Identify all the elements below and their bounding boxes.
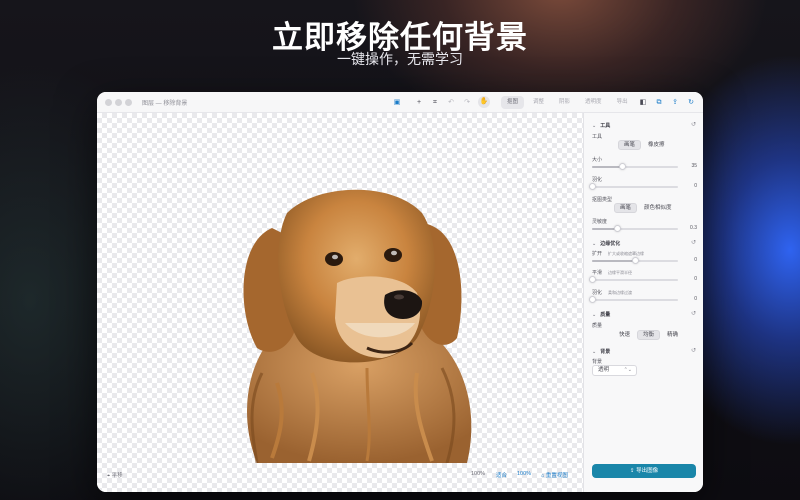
edge-feather-slider-knob[interactable] xyxy=(588,296,596,303)
hand-icon[interactable]: ✋ xyxy=(478,96,490,108)
fit-button[interactable]: 适合 xyxy=(496,471,507,479)
tab-adjust[interactable]: 调整 xyxy=(527,96,550,109)
edge-feather-label: 羽化 xyxy=(592,290,603,296)
background-header-text: 背景 xyxy=(600,349,611,355)
feather-label: 羽化 xyxy=(592,177,603,183)
chevron-down-icon: ⌄ xyxy=(592,312,597,318)
edge-header-text: 边缘优化 xyxy=(600,241,621,247)
tolerance-slider[interactable] xyxy=(592,225,678,232)
selection-type-picker: 画笔 颜色相似度 xyxy=(614,203,677,213)
pan-text: 平移 xyxy=(111,473,123,479)
eraser-option[interactable]: 橡皮擦 xyxy=(643,140,670,150)
title-bar: 图层 — 移除背景 ▣ + ⌗ ↶ ↷ ✋ 抠图 调整 阴影 透明度 导出 ◧ … xyxy=(97,92,703,113)
smooth-slider-knob[interactable] xyxy=(588,276,596,283)
quality-label: 质量 xyxy=(592,323,603,329)
export-label: 导出图像 xyxy=(636,468,659,474)
expand-slider-knob[interactable] xyxy=(631,257,639,264)
size-value: 35 xyxy=(691,163,697,169)
selection-type-label: 抠图类型 xyxy=(592,197,613,203)
smooth-hint: 边缘平滑半径 xyxy=(608,270,632,275)
edge-feather-slider[interactable] xyxy=(588,296,678,303)
size-slider-fill xyxy=(592,166,623,168)
smooth-value: 0 xyxy=(694,276,697,282)
tab-export[interactable]: 导出 xyxy=(611,96,634,109)
quality-picker: 快速 均衡 精确 xyxy=(614,330,683,340)
smooth-slider[interactable] xyxy=(588,276,678,283)
pan-label[interactable]: ⌖ 平移 xyxy=(107,471,123,480)
background-dropdown[interactable]: 透明 ⌃⌄ xyxy=(592,365,637,376)
edge-feather-value: 0 xyxy=(694,296,697,302)
quality-fast-option[interactable]: 快速 xyxy=(614,330,635,340)
zoom-level-a: 100% xyxy=(471,471,486,477)
image-canvas[interactable]: ⌖ 平移 100% 适合 100% ⌂ 重置视图 xyxy=(97,113,584,492)
background-section-header[interactable]: ⌄ 背景 xyxy=(592,348,610,355)
edge-section-header[interactable]: ⌄ 边缘优化 xyxy=(592,240,620,247)
quality-balanced-option[interactable]: 均衡 xyxy=(637,330,661,340)
refresh-icon[interactable]: ↻ xyxy=(685,97,697,108)
tab-shadow[interactable]: 阴影 xyxy=(553,96,576,109)
reset-view-button[interactable]: ⌂ 重置视图 xyxy=(541,471,568,479)
size-slider-knob[interactable] xyxy=(618,163,626,170)
tolerance-label: 灵敏度 xyxy=(592,219,608,225)
tolerance-slider-knob[interactable] xyxy=(614,225,622,232)
size-slider[interactable] xyxy=(592,163,678,170)
chevron-down-icon: ⌄ xyxy=(592,349,597,355)
tolerance-value: 0.3 xyxy=(690,225,697,231)
chevron-down-icon: ⌄ xyxy=(592,123,597,129)
dog-cutout-image xyxy=(243,189,472,463)
expand-slider[interactable] xyxy=(592,257,678,264)
tool-label: 工具 xyxy=(592,134,603,140)
reset-icon[interactable]: ↺ xyxy=(691,121,696,128)
zoom-window-button[interactable] xyxy=(125,99,132,106)
expand-label: 扩开 xyxy=(592,251,603,257)
minimize-window-button[interactable] xyxy=(115,99,122,106)
tab-opacity[interactable]: 透明度 xyxy=(579,96,608,109)
tool-picker: 画笔 橡皮擦 xyxy=(618,140,670,150)
app-window: 图层 — 移除背景 ▣ + ⌗ ↶ ↷ ✋ 抠图 调整 阴影 透明度 导出 ◧ … xyxy=(97,92,703,492)
background-dropdown-value: 透明 xyxy=(598,367,610,373)
size-label: 大小 xyxy=(592,157,603,163)
smooth-label: 平滑 xyxy=(592,270,603,276)
quality-header-text: 质量 xyxy=(600,312,611,318)
expand-value: 0 xyxy=(694,257,697,263)
background-label: 背景 xyxy=(592,359,603,365)
reset-icon[interactable]: ↺ xyxy=(691,239,696,246)
reset-icon[interactable]: ↺ xyxy=(691,347,696,354)
tools-header-text: 工具 xyxy=(600,123,611,129)
inspector-panel: ⌄ 工具 ↺ 工具 画笔 橡皮擦 大小 35 羽化 0 抠图类型 画笔 颜色相似度… xyxy=(584,113,703,492)
quality-section-header[interactable]: ⌄ 质量 xyxy=(592,311,610,318)
expand-slider-fill xyxy=(592,260,635,262)
mode-tabs: 抠图 调整 阴影 透明度 导出 xyxy=(501,96,634,109)
selection-brush-option[interactable]: 画笔 xyxy=(614,203,638,213)
selection-color-option[interactable]: 颜色相似度 xyxy=(639,203,677,213)
reset-icon[interactable]: ↺ xyxy=(691,310,696,317)
compare-icon[interactable]: ◧ xyxy=(637,97,649,108)
undo-icon[interactable]: ↶ xyxy=(445,97,457,108)
feather-value: 0 xyxy=(694,183,697,189)
feather-slider-knob[interactable] xyxy=(588,183,596,190)
sidebar-toggle-icon[interactable]: ▣ xyxy=(391,97,403,108)
crop-icon[interactable]: ⌗ xyxy=(429,97,441,108)
reset-view-text: 重置视图 xyxy=(545,473,568,479)
add-icon[interactable]: + xyxy=(413,97,425,108)
brush-option[interactable]: 画笔 xyxy=(618,140,642,150)
export-icon: ⇪ xyxy=(629,468,635,474)
export-image-button[interactable]: ⇪ 导出图像 xyxy=(592,464,696,478)
zoom-level-b[interactable]: 100% xyxy=(517,471,531,477)
quality-precise-option[interactable]: 精确 xyxy=(662,330,683,340)
window-title: 图层 — 移除背景 xyxy=(142,101,188,107)
tab-cutout[interactable]: 抠图 xyxy=(501,96,525,109)
redo-icon[interactable]: ↷ xyxy=(461,97,473,108)
chevron-updown-icon: ⌃⌄ xyxy=(623,367,632,373)
close-window-button[interactable] xyxy=(105,99,112,106)
share-icon[interactable]: ⇪ xyxy=(669,97,681,108)
feather-slider[interactable] xyxy=(588,183,678,190)
edge-feather-hint: 柔和边缘过渡 xyxy=(608,290,632,295)
hero-subtitle: 一键操作，无需学习 xyxy=(337,51,463,67)
copy-icon[interactable]: ⧉ xyxy=(653,97,665,108)
expand-hint: 扩大或收缩遮罩边缘 xyxy=(608,251,644,256)
tools-section-header[interactable]: ⌄ 工具 xyxy=(592,122,610,129)
chevron-down-icon: ⌄ xyxy=(592,241,597,247)
